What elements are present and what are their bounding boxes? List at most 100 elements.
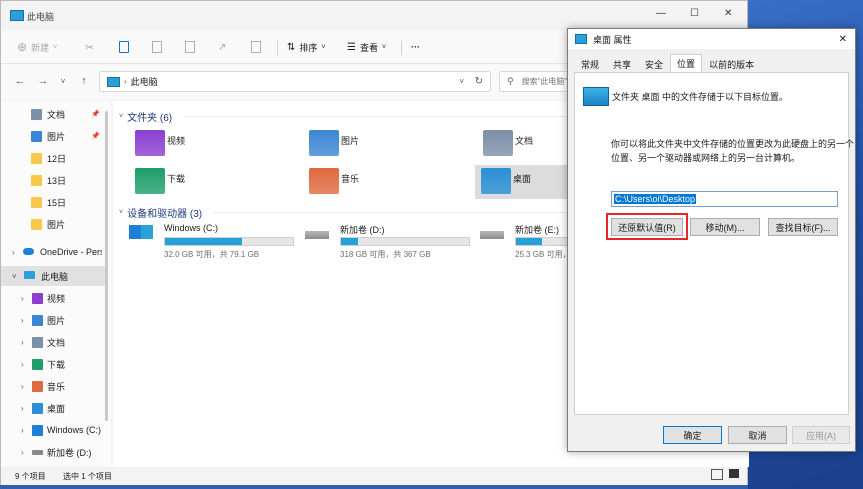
chevron-down-icon[interactable]: ˅ — [12, 272, 17, 281]
rename-icon — [185, 41, 195, 53]
dialog-close-button[interactable]: ✕ — [839, 34, 847, 45]
location-desc-line2: 位置、另一个驱动器或网络上的另一台计算机。 — [611, 153, 801, 163]
dialog-tab[interactable]: 安全 — [638, 56, 670, 73]
explorer-titlebar: 此电脑 — ☐ ✕ — [1, 1, 747, 31]
chevron-right-icon[interactable]: › — [21, 338, 24, 347]
nav-thispc-child[interactable]: › 文档 — [1, 332, 105, 352]
nav-quick-item[interactable]: 文档 📌 — [1, 104, 105, 124]
minimize-button[interactable]: — — [656, 8, 666, 19]
tiles-view-icon[interactable] — [729, 469, 739, 478]
dialog-tab[interactable]: 常规 — [574, 56, 606, 73]
folder-tile[interactable]: 视频 — [119, 127, 284, 161]
up-arrow-icon[interactable]: ↑ — [76, 73, 92, 89]
restore-default-button[interactable]: 还原默认值(R) — [611, 218, 683, 236]
folder-tile[interactable]: 下载 — [119, 165, 284, 199]
nav-quick-item[interactable]: 图片 — [1, 214, 105, 234]
address-bar[interactable]: › 此电脑 ˅ ↻ — [99, 71, 491, 92]
drive-tile[interactable]: Windows (C:) 32.0 GB 可用，共 79.1 GB — [129, 223, 304, 259]
pin-icon[interactable]: 📌 — [91, 132, 100, 140]
folder-tile[interactable]: 音乐 — [293, 165, 458, 199]
drive-tile[interactable]: 新加卷 (D:) 318 GB 可用，共 367 GB — [305, 223, 480, 259]
recent-chevron-icon[interactable]: ˅ — [55, 73, 71, 89]
address-dropdown-icon[interactable]: ˅ — [459, 77, 464, 86]
nav-thispc-child[interactable]: › 下载 — [1, 354, 105, 374]
new-button[interactable]: ⊕ 新建 ˅ — [17, 37, 57, 57]
nav-quick-item[interactable]: 图片 📌 — [1, 126, 105, 146]
folder-tile[interactable]: 图片 — [293, 127, 458, 161]
nav-thispc-child[interactable]: › 桌面 — [1, 398, 105, 418]
chevron-right-icon: › — [124, 77, 127, 86]
drive-usage-bar — [164, 237, 294, 246]
sort-button[interactable]: ⇅ 排序 ˅ — [287, 37, 326, 57]
path-field[interactable]: C:\Users\oi\Desktop — [611, 191, 838, 207]
delete-button[interactable] — [251, 37, 261, 57]
drive-space-info: 318 GB 可用，共 367 GB — [340, 250, 431, 259]
nav-thispc-child[interactable]: › 新加卷 (D:) — [1, 442, 105, 462]
trash-icon — [251, 41, 261, 53]
nav-quick-item[interactable]: 13日 — [1, 170, 105, 190]
scissors-icon: ✂ — [85, 41, 95, 54]
dialog-tab[interactable]: 位置 — [670, 54, 703, 73]
nav-item-thispc[interactable]: ˅ 此电脑 — [1, 266, 105, 286]
dialog-tabs: 常规 共享 安全 位置 以前的版本 — [574, 54, 761, 73]
nav-thispc-child[interactable]: › Windows (C:) — [1, 420, 105, 440]
apply-button[interactable]: 应用(A) — [792, 426, 850, 444]
nav-thispc-child[interactable]: › 图片 — [1, 310, 105, 330]
folders-section-header[interactable]: ˅ 文件夹 (6) — [119, 109, 172, 124]
chevron-right-icon[interactable]: › — [21, 316, 24, 325]
nav-quick-item[interactable]: 15日 — [1, 192, 105, 212]
dialog-titlebar: 桌面 属性 ✕ — [568, 29, 855, 49]
refresh-icon[interactable]: ↻ — [475, 76, 483, 87]
share-button[interactable]: ↗ — [218, 37, 226, 57]
chevron-down-icon: ˅ — [119, 209, 124, 216]
drives-section-header[interactable]: ˅ 设备和驱动器 (3) — [119, 205, 202, 220]
nav-item-onedrive[interactable]: › OneDrive - Pers — [1, 242, 105, 262]
nav-thispc-child[interactable]: › 视频 — [1, 288, 105, 308]
back-arrow-icon[interactable]: ← — [12, 73, 28, 89]
nav-item-label: 桌面 — [47, 403, 66, 414]
documents-icon — [31, 109, 42, 120]
pin-icon[interactable]: 📌 — [91, 110, 100, 118]
nav-item-label: 15日 — [47, 197, 67, 208]
nav-quick-item[interactable]: 12日 — [1, 148, 105, 168]
nav-thispc-child[interactable]: › 音乐 — [1, 376, 105, 396]
desktop-folder-icon — [481, 168, 511, 194]
rename-button[interactable] — [185, 37, 195, 57]
nav-scrollbar[interactable] — [105, 111, 108, 421]
close-button[interactable]: ✕ — [724, 8, 732, 19]
nav-item-label: 文档 — [47, 337, 66, 348]
ok-button[interactable]: 确定 — [663, 426, 722, 444]
forward-arrow-icon[interactable]: → — [35, 73, 51, 89]
nav-item-label: 新加卷 (D:) — [47, 447, 92, 458]
nav-item-label: 下载 — [47, 359, 66, 370]
details-view-icon[interactable] — [711, 469, 723, 480]
drive-icon — [32, 450, 43, 455]
chevron-right-icon[interactable]: › — [12, 248, 15, 257]
thispc-icon — [10, 10, 24, 21]
drive-name: Windows (C:) — [164, 223, 219, 233]
chevron-right-icon[interactable]: › — [21, 426, 24, 435]
plus-icon: ⊕ — [17, 40, 28, 54]
sort-icon: ⇅ — [287, 41, 296, 53]
chevron-right-icon[interactable]: › — [21, 360, 24, 369]
drive-usage-bar — [340, 237, 470, 246]
dialog-tab[interactable]: 以前的版本 — [702, 56, 761, 73]
cancel-button[interactable]: 取消 — [728, 426, 787, 444]
maximize-button[interactable]: ☐ — [690, 8, 699, 19]
search-icon: ⚲ — [507, 76, 514, 86]
desktop-icon — [575, 34, 587, 44]
chevron-right-icon[interactable]: › — [21, 382, 24, 391]
view-button[interactable]: ☰ 查看 ˅ — [347, 37, 386, 57]
search-box[interactable]: ⚲ 搜索"此电脑" — [499, 71, 574, 92]
more-button[interactable]: ··· — [411, 37, 420, 57]
nav-item-label: 13日 — [47, 175, 67, 186]
cut-button[interactable]: ✂ — [85, 37, 94, 57]
chevron-right-icon[interactable]: › — [21, 294, 24, 303]
copy-button[interactable] — [119, 37, 129, 57]
move-button[interactable]: 移动(M)... — [690, 218, 760, 236]
find-target-button[interactable]: 查找目标(F)... — [768, 218, 838, 236]
chevron-right-icon[interactable]: › — [21, 448, 24, 457]
paste-button[interactable] — [152, 37, 162, 57]
chevron-right-icon[interactable]: › — [21, 404, 24, 413]
dialog-tab[interactable]: 共享 — [606, 56, 638, 73]
